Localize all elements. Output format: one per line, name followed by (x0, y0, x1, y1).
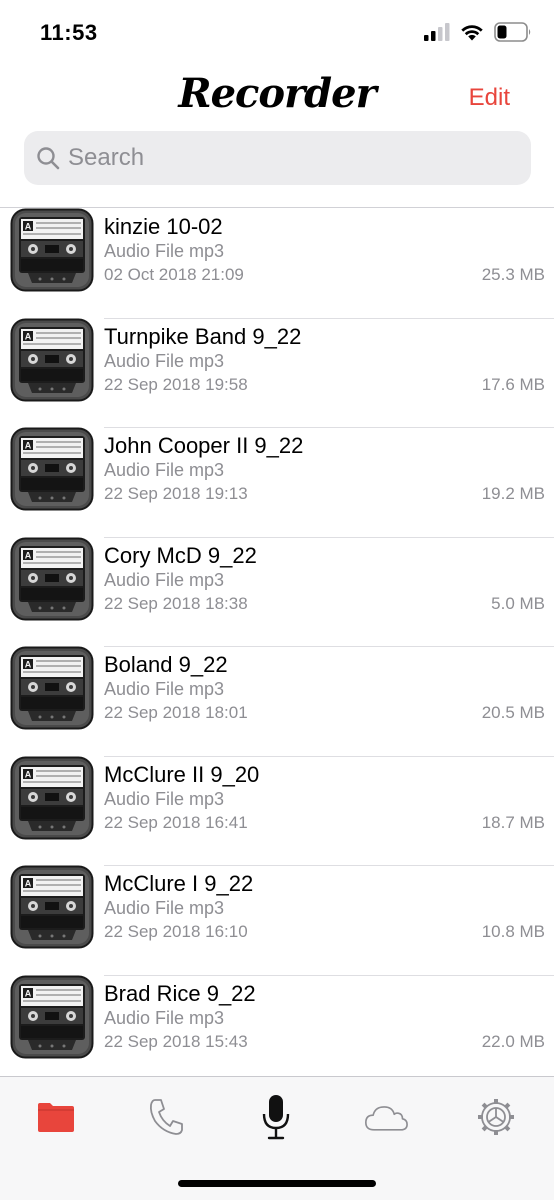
phone-icon (149, 1099, 183, 1135)
search-bar[interactable] (24, 131, 531, 185)
recording-title: John Cooper II 9_22 (104, 433, 304, 458)
status-bar: 11:53 (0, 0, 554, 66)
cloud-icon (365, 1106, 408, 1131)
wifi-icon (461, 25, 483, 41)
tab-settings[interactable] (474, 1095, 518, 1139)
recording-type: Audio File mp3 (104, 460, 225, 480)
recording-title: McClure I 9_22 (104, 871, 254, 896)
tab-phone[interactable] (144, 1095, 188, 1139)
recording-date: 22 Sep 2018 19:58 (104, 374, 248, 394)
status-icons (424, 22, 532, 42)
recording-size: 20.5 MB (481, 703, 545, 722)
recording-title: Boland 9_22 (104, 652, 228, 677)
recording-row[interactable]: A Turnpike Band 9_22 Audio File mp3 22 S… (0, 318, 554, 428)
recording-type: Audio File mp3 (104, 350, 225, 371)
cassette-tape-icon: A (10, 427, 94, 511)
recording-row[interactable]: A McClure I 9_22 Audio File mp3 22 Sep 2… (0, 865, 554, 976)
svg-text:A: A (25, 769, 32, 779)
microphone-icon (262, 1095, 290, 1140)
recording-title: Turnpike Band 9_22 (104, 323, 302, 349)
cassette-tape-icon: A (10, 975, 94, 1058)
home-indicator (178, 1180, 376, 1187)
recording-size: 19.2 MB (481, 484, 545, 503)
recording-date: 22 Sep 2018 16:41 (104, 812, 248, 832)
recording-size: 22.0 MB (481, 1031, 545, 1051)
recording-title: McClure II 9_20 (104, 761, 260, 787)
recording-date: 02 Oct 2018 21:09 (104, 265, 244, 284)
svg-text:A: A (25, 441, 32, 451)
recording-row[interactable]: A Cory McD 9_22 Audio File mp3 22 Sep 20… (0, 537, 554, 647)
recording-row[interactable]: A McClure II 9_20 Audio File mp3 22 Sep … (0, 756, 554, 866)
tab-record[interactable] (254, 1095, 298, 1140)
svg-text:A: A (25, 660, 32, 670)
search-input[interactable] (68, 144, 488, 172)
svg-text:A: A (25, 879, 32, 889)
navigation-bar: Recorder Edit (0, 66, 554, 130)
recording-row[interactable]: A kinzie 10-02 Audio File mp3 02 Oct 201… (0, 208, 554, 319)
svg-text:A: A (25, 988, 32, 998)
recording-row[interactable]: A Brad Rice 9_22 Audio File mp3 22 Sep 2… (0, 975, 554, 1077)
tab-cloud[interactable] (364, 1095, 408, 1139)
cassette-tape-icon: A (10, 318, 94, 401)
search-icon (37, 147, 60, 170)
recording-type: Audio File mp3 (104, 1007, 225, 1028)
recording-date: 22 Sep 2018 19:13 (104, 484, 248, 503)
recording-type: Audio File mp3 (104, 241, 225, 261)
recording-row[interactable]: A Boland 9_22 Audio File mp3 22 Sep 2018… (0, 646, 554, 757)
edit-button[interactable]: Edit (469, 84, 510, 112)
recording-date: 22 Sep 2018 16:10 (104, 922, 248, 941)
tab-files[interactable] (34, 1095, 78, 1139)
svg-text:A: A (25, 550, 32, 560)
recording-size: 25.3 MB (481, 265, 545, 284)
recording-title: Cory McD 9_22 (104, 542, 257, 568)
status-time: 11:53 (40, 20, 98, 45)
recording-date: 22 Sep 2018 18:38 (104, 593, 248, 613)
recording-title: Brad Rice 9_22 (104, 980, 256, 1006)
cassette-tape-icon: A (10, 865, 94, 949)
folder-icon (38, 1103, 74, 1132)
recording-row[interactable]: A John Cooper II 9_22 Audio File mp3 22 … (0, 427, 554, 538)
recording-title: kinzie 10-02 (104, 214, 223, 239)
recording-type: Audio File mp3 (104, 569, 225, 590)
cassette-tape-icon: A (10, 537, 94, 620)
cassette-tape-icon: A (10, 646, 94, 730)
recording-type: Audio File mp3 (104, 788, 225, 809)
battery-icon (494, 22, 531, 42)
recording-size: 10.8 MB (481, 922, 545, 941)
recording-size: 17.6 MB (481, 374, 545, 394)
cellular-signal-icon (424, 23, 450, 41)
cassette-tape-icon: A (10, 208, 94, 292)
recordings-list[interactable]: A kinzie 10-02 Audio File mp3 02 Oct 201… (0, 208, 554, 1076)
recording-size: 18.7 MB (481, 812, 545, 832)
settings-gear-icon (478, 1099, 514, 1135)
cassette-tape-icon: A (10, 756, 94, 839)
recording-date: 22 Sep 2018 15:43 (104, 1031, 248, 1051)
svg-text:A: A (25, 222, 32, 232)
recording-size: 5.0 MB (491, 593, 545, 613)
recording-type: Audio File mp3 (104, 898, 225, 918)
svg-text:A: A (25, 331, 32, 341)
recording-date: 22 Sep 2018 18:01 (104, 703, 248, 722)
recording-type: Audio File mp3 (104, 679, 225, 699)
